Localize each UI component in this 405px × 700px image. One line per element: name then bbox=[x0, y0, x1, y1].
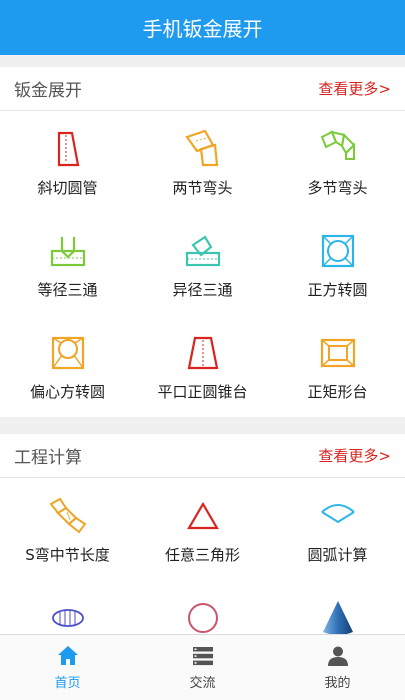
view-more-link[interactable]: 查看更多> bbox=[318, 445, 391, 466]
grid-item-equal-tee[interactable]: 等径三通 bbox=[0, 213, 135, 315]
grid-item-label: 两节弯头 bbox=[172, 179, 233, 197]
cone-icon bbox=[322, 601, 353, 635]
reducing-tee-icon bbox=[185, 235, 220, 267]
grid-item-label: 偏心方转圆 bbox=[29, 383, 105, 401]
grid-item-label: 正方转圆 bbox=[307, 281, 368, 299]
grid-item-label: S弯中节长度 bbox=[25, 546, 110, 564]
grid-item-rectangular-frustum[interactable]: 正矩形台 bbox=[270, 315, 405, 417]
sheet-metal-grid: 斜切圆管 两节弯头 多节弯头 等径三通 异径三通 正方转圆 偏心方转圆 平口正圆… bbox=[0, 111, 405, 417]
grid-item-square-to-round[interactable]: 正方转圆 bbox=[270, 213, 405, 315]
bottom-tab-bar: 首页 交流 我的 bbox=[0, 634, 405, 700]
tab-label: 首页 bbox=[54, 676, 81, 691]
tab-community[interactable]: 交流 bbox=[135, 635, 270, 700]
grid-item-slanted-pipe[interactable]: 斜切圆管 bbox=[0, 111, 135, 213]
grid-item-s-bend[interactable]: S弯中节长度 bbox=[0, 478, 135, 580]
section-title: 钣金展开 bbox=[14, 81, 82, 101]
tab-label: 我的 bbox=[324, 676, 351, 691]
arc-icon bbox=[320, 504, 355, 524]
equal-tee-icon bbox=[50, 237, 85, 267]
grid-item-two-section-elbow[interactable]: 两节弯头 bbox=[135, 111, 270, 213]
list-icon bbox=[192, 647, 213, 666]
engineering-calc-grid: S弯中节长度 任意三角形 圆弧计算 bbox=[0, 478, 405, 654]
triangle-icon bbox=[186, 501, 219, 530]
s-bend-icon bbox=[48, 497, 86, 534]
grid-item-multi-section-elbow[interactable]: 多节弯头 bbox=[270, 111, 405, 213]
tab-profile[interactable]: 我的 bbox=[270, 635, 405, 700]
grid-item-eccentric-square-to-round[interactable]: 偏心方转圆 bbox=[0, 315, 135, 417]
two-section-elbow-icon bbox=[184, 129, 218, 167]
section-header: 工程计算 查看更多> bbox=[0, 434, 405, 478]
user-icon bbox=[327, 646, 348, 666]
circle-icon bbox=[187, 603, 218, 633]
rectangular-frustum-icon bbox=[320, 338, 355, 368]
grid-item-label: 等径三通 bbox=[37, 281, 98, 299]
ellipse-icon bbox=[51, 609, 84, 627]
engineering-calc-section: 工程计算 查看更多> S弯中节长度 任意三角形 圆弧计算 bbox=[0, 434, 405, 654]
grid-item-label: 异径三通 bbox=[172, 281, 233, 299]
grid-item-reducing-tee[interactable]: 异径三通 bbox=[135, 213, 270, 315]
page-title: 手机钣金展开 bbox=[142, 17, 263, 41]
flat-frustum-cone-icon bbox=[187, 336, 218, 370]
grid-item-label: 平口正圆锥台 bbox=[157, 383, 248, 401]
grid-item-arc[interactable]: 圆弧计算 bbox=[270, 478, 405, 580]
app-header: 手机钣金展开 bbox=[0, 0, 405, 55]
tab-label: 交流 bbox=[189, 676, 216, 691]
section-title: 工程计算 bbox=[14, 448, 82, 468]
sheet-metal-section: 钣金展开 查看更多> 斜切圆管 两节弯头 多节弯头 等径三通 异径三通 正方转圆… bbox=[0, 67, 405, 417]
grid-item-flat-frustum-cone[interactable]: 平口正圆锥台 bbox=[135, 315, 270, 417]
grid-item-label: 多节弯头 bbox=[307, 179, 368, 197]
tab-home[interactable]: 首页 bbox=[0, 635, 135, 700]
grid-item-label: 斜切圆管 bbox=[37, 179, 98, 197]
grid-item-label: 圆弧计算 bbox=[307, 546, 368, 564]
grid-item-label: 任意三角形 bbox=[164, 546, 240, 564]
slanted-pipe-icon bbox=[57, 131, 79, 167]
multi-section-elbow-icon bbox=[320, 130, 355, 160]
eccentric-square-to-round-icon bbox=[51, 336, 84, 370]
square-to-round-icon bbox=[321, 234, 354, 268]
grid-item-triangle[interactable]: 任意三角形 bbox=[135, 478, 270, 580]
section-header: 钣金展开 查看更多> bbox=[0, 67, 405, 111]
home-icon bbox=[57, 646, 78, 665]
view-more-link[interactable]: 查看更多> bbox=[318, 78, 391, 99]
grid-item-label: 正矩形台 bbox=[307, 383, 368, 401]
